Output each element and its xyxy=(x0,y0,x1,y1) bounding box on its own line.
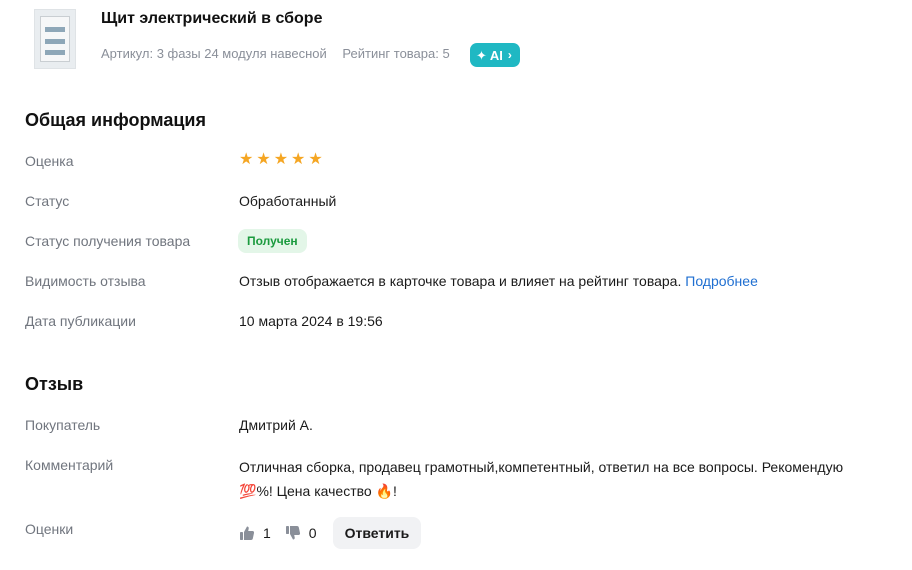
sparkle-icon: ✦ xyxy=(476,47,487,63)
ai-button[interactable]: ✦ AI › xyxy=(470,43,520,67)
votes-row: 1 0 Ответить xyxy=(239,517,422,549)
panel-box-image xyxy=(40,16,70,62)
general-info-heading: Общая информация xyxy=(25,110,206,130)
more-link[interactable]: Подробнее xyxy=(685,273,758,289)
product-header: Щит электрический в сборе Артикул: 3 фаз… xyxy=(34,8,904,70)
product-meta: Артикул: 3 фазы 24 модуля навесной Рейти… xyxy=(101,46,450,61)
received-badge: Получен xyxy=(238,229,307,253)
comment-line: Отличная сборка, продавец грамотный,комп… xyxy=(239,459,844,475)
product-thumbnail[interactable] xyxy=(34,9,76,69)
fire-emoji: 🔥 xyxy=(375,483,394,499)
star-icon: ★ xyxy=(291,151,306,168)
review-heading: Отзыв xyxy=(25,374,84,394)
publish-date-label: Дата публикации xyxy=(25,313,136,329)
rating-stars: ★ ★ ★ ★ ★ xyxy=(239,152,323,168)
chevron-right-icon: › xyxy=(507,48,512,62)
star-icon: ★ xyxy=(239,151,254,168)
dislikes-count: 0 xyxy=(308,525,317,541)
comment-line: ! xyxy=(393,483,397,499)
star-icon: ★ xyxy=(273,151,289,168)
product-title[interactable]: Щит электрический в сборе xyxy=(101,10,322,28)
dislike-button[interactable]: 0 xyxy=(285,525,317,541)
star-icon: ★ xyxy=(308,151,323,168)
star-icon: ★ xyxy=(256,151,271,168)
hundred-points-emoji: 💯 xyxy=(239,483,257,499)
status-label: Статус xyxy=(25,193,70,209)
like-button[interactable]: 1 xyxy=(239,525,271,541)
publish-date-value: 10 марта 2024 в 19:56 xyxy=(239,313,383,329)
status-value: Обработанный xyxy=(239,193,337,209)
visibility-label: Видимость отзыва xyxy=(25,273,146,289)
buyer-value: Дмитрий А. xyxy=(239,417,313,433)
score-label: Оценка xyxy=(25,153,74,169)
product-article: Артикул: 3 фазы 24 модуля навесной xyxy=(101,46,327,61)
votes-label: Оценки xyxy=(25,521,74,537)
comment-text: Отличная сборка, продавец грамотный,комп… xyxy=(239,455,909,503)
receipt-status-label: Статус получения товара xyxy=(25,233,191,249)
thumbs-up-icon xyxy=(240,526,255,540)
visibility-text: Отзыв отображается в карточке товара и в… xyxy=(239,273,682,289)
thumbs-down-icon xyxy=(285,526,300,540)
comment-line: %! Цена качество xyxy=(256,483,372,499)
buyer-label: Покупатель xyxy=(25,417,101,433)
likes-count: 1 xyxy=(263,525,271,541)
visibility-value: Отзыв отображается в карточке товара и в… xyxy=(239,273,758,289)
product-rating: Рейтинг товара: 5 xyxy=(342,46,450,61)
ai-label: AI xyxy=(489,47,503,63)
comment-label: Комментарий xyxy=(25,457,114,473)
reply-button[interactable]: Ответить xyxy=(332,517,422,549)
